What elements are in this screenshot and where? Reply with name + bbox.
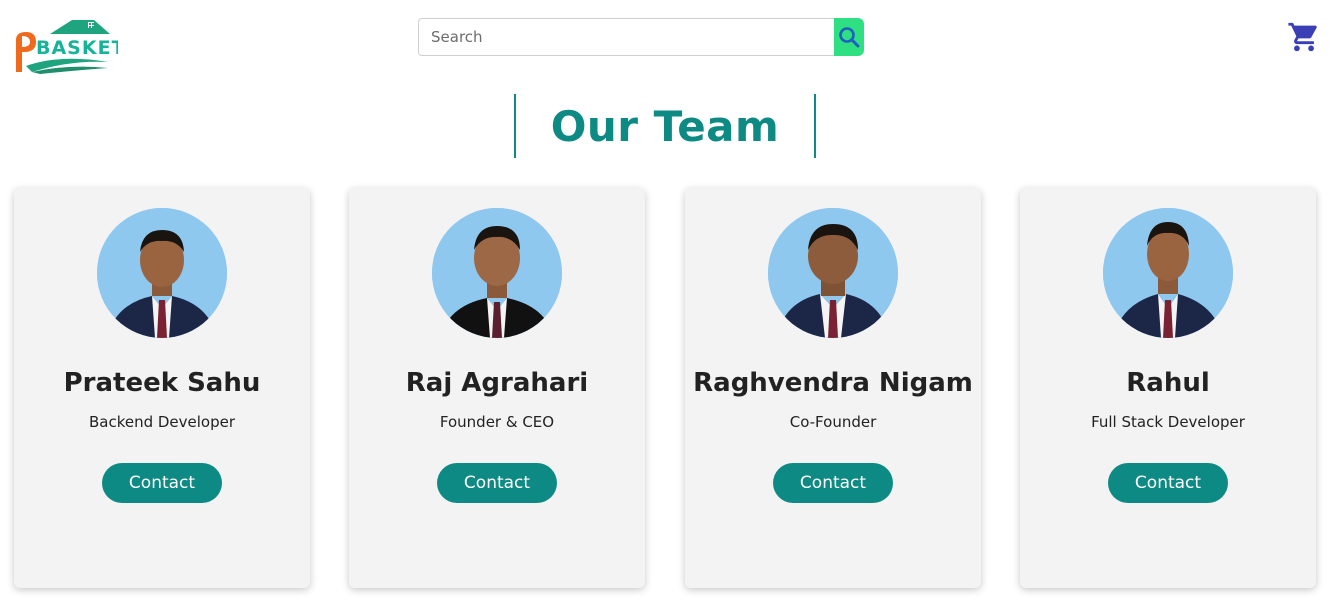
member-role: Co-Founder bbox=[789, 413, 877, 431]
page-title: Our Team bbox=[550, 101, 780, 151]
search-input[interactable] bbox=[418, 18, 834, 56]
cart-button[interactable] bbox=[1286, 20, 1322, 54]
pbasket-logo-icon: BASKET bbox=[16, 20, 125, 74]
contact-button[interactable]: Contact bbox=[437, 463, 557, 503]
logo[interactable]: BASKET bbox=[10, 14, 125, 76]
person-photo-icon bbox=[432, 208, 562, 338]
avatar bbox=[768, 208, 898, 338]
avatar bbox=[432, 208, 562, 338]
member-role: Backend Developer bbox=[88, 413, 236, 431]
avatar bbox=[97, 208, 227, 338]
member-role: Full Stack Developer bbox=[1091, 413, 1245, 431]
svg-text:BASKET: BASKET bbox=[36, 37, 118, 59]
search-button[interactable] bbox=[834, 18, 864, 56]
search-icon bbox=[839, 27, 860, 48]
team-card: Rahul Full Stack Developer Contact bbox=[1020, 188, 1316, 588]
contact-button[interactable]: Contact bbox=[1108, 463, 1228, 503]
contact-button[interactable]: Contact bbox=[102, 463, 222, 503]
team-card: Raghvendra Nigam Co-Founder Contact bbox=[685, 188, 981, 588]
search-bar bbox=[418, 18, 864, 56]
person-photo-icon bbox=[97, 208, 227, 338]
header: BASKET bbox=[0, 0, 1333, 80]
member-name: Raj Agrahari bbox=[405, 368, 589, 398]
member-name: Rahul bbox=[1126, 368, 1210, 398]
person-photo-icon bbox=[768, 208, 898, 338]
team-card: Prateek Sahu Backend Developer Contact bbox=[14, 188, 310, 588]
avatar bbox=[1103, 208, 1233, 338]
page-title-frame: Our Team bbox=[514, 94, 816, 158]
team-card: Raj Agrahari Founder & CEO Contact bbox=[349, 188, 645, 588]
contact-button[interactable]: Contact bbox=[773, 463, 893, 503]
member-name: Raghvendra Nigam bbox=[693, 368, 973, 398]
person-photo-icon bbox=[1103, 208, 1233, 338]
member-role: Founder & CEO bbox=[439, 413, 555, 431]
cart-icon bbox=[1288, 22, 1317, 52]
member-name: Prateek Sahu bbox=[63, 368, 261, 398]
